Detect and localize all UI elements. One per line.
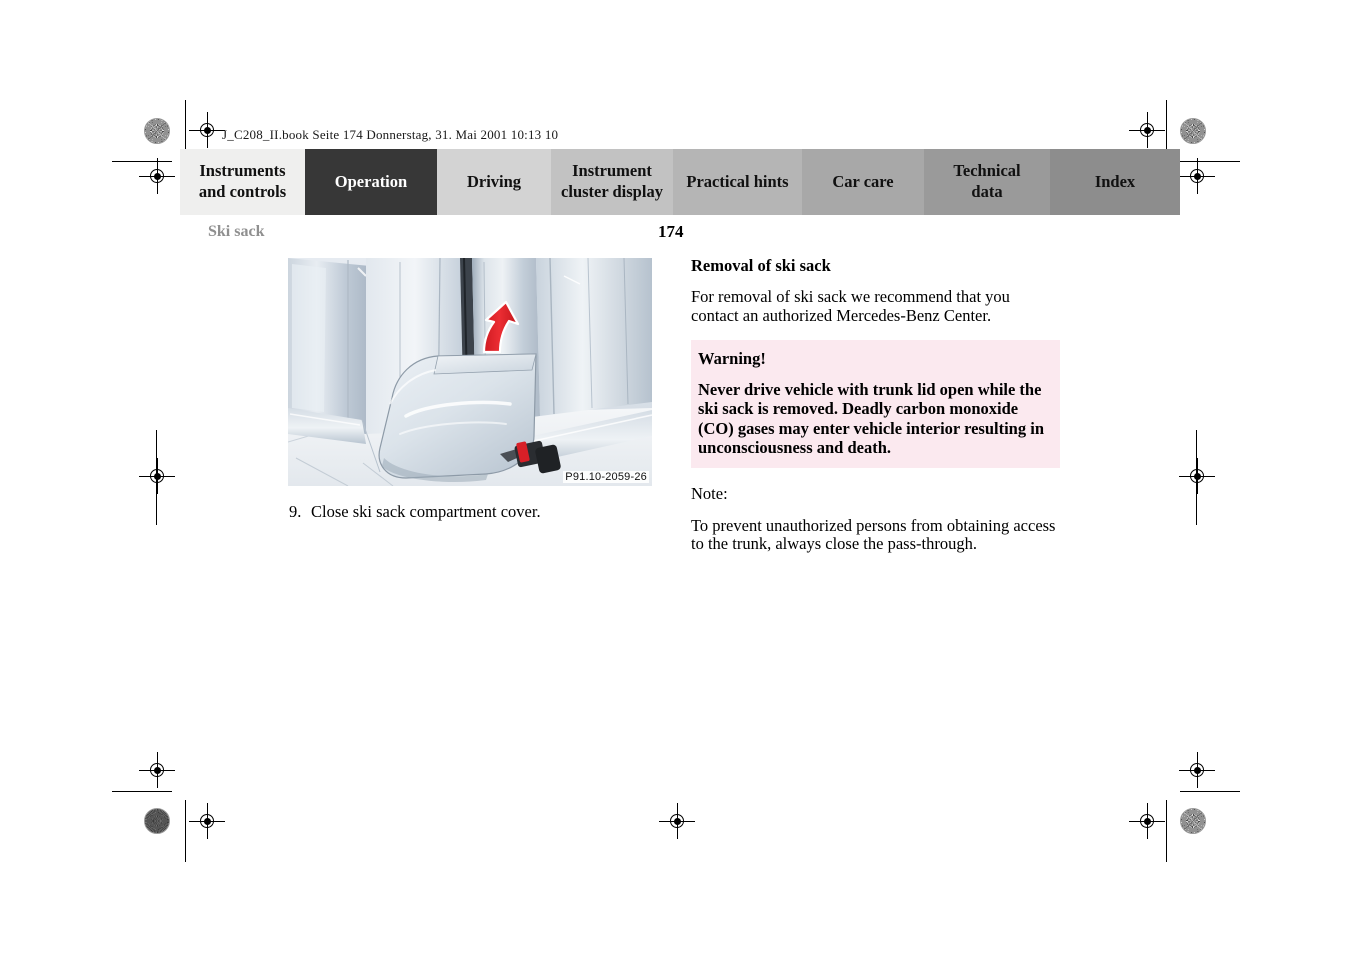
tab-label: Technical data — [953, 161, 1021, 201]
registration-mark-mid-right — [1179, 458, 1215, 494]
registration-mark-bottom-center — [659, 803, 695, 839]
note-label: Note: — [691, 483, 728, 503]
tab-label: Practical hints — [686, 171, 789, 191]
tab-label: Instrument cluster display — [561, 161, 663, 201]
content-intro-paragraph: For removal of ski sack we recommend tha… — [691, 287, 1010, 325]
registration-mark-bottom-left-outer — [189, 803, 225, 839]
figure-caption: 9. Close ski sack compartment cover. — [289, 502, 541, 522]
tab-operation[interactable]: Operation — [305, 149, 437, 215]
warning-box: Warning! Never drive vehicle with trunk … — [691, 340, 1060, 468]
tab-instrument-cluster-display[interactable]: Instrument cluster display — [551, 149, 673, 215]
figure-caption-number: 9. — [289, 502, 302, 521]
ski-sack-illustration: P91.10-2059-26 — [288, 258, 652, 486]
tab-technical-data[interactable]: Technical data — [924, 149, 1050, 215]
tab-label: Index — [1094, 171, 1136, 191]
trim-line-top-right-horizontal — [1180, 161, 1240, 162]
density-patch-bottom-right — [1180, 808, 1206, 834]
figure-code-label: P91.10-2059-26 — [563, 471, 649, 483]
tab-driving[interactable]: Driving — [437, 149, 551, 215]
tab-instruments-and-controls[interactable]: Instruments and controls — [180, 149, 305, 215]
registration-mark-mid-left — [139, 458, 175, 494]
trim-line-top-left-horizontal — [112, 161, 172, 162]
tab-label: Car care — [832, 171, 894, 191]
warning-body: Never drive vehicle with trunk lid open … — [698, 380, 1044, 457]
registration-mark-top-right-inner — [1129, 112, 1165, 148]
density-patch-top-right — [1180, 118, 1206, 144]
note-body: To prevent unauthorized persons from obt… — [691, 515, 1056, 554]
warning-title: Warning! — [698, 349, 766, 369]
trim-line-bottom-left-vertical — [185, 800, 186, 862]
book-file-info: J_C208_II.book Seite 174 Donnerstag, 31.… — [222, 127, 559, 142]
registration-mark-top-right-outer — [1179, 158, 1215, 194]
tab-label: Instruments and controls — [198, 161, 287, 201]
registration-mark-bottom-left-inner — [139, 752, 175, 788]
trim-line-bottom-left-horizontal — [112, 791, 172, 792]
tab-label: Driving — [466, 171, 522, 191]
registration-mark-top-left-outer — [139, 158, 175, 194]
density-patch-bottom-left — [144, 808, 170, 834]
tab-label: Operation — [334, 171, 408, 191]
trim-line-bottom-right-vertical — [1166, 800, 1167, 862]
page-section-title: Ski sack — [208, 223, 265, 240]
tab-car-care[interactable]: Car care — [802, 149, 924, 215]
content-heading: Removal of ski sack — [691, 256, 831, 275]
trim-line-bottom-right-horizontal — [1180, 791, 1240, 792]
tab-practical-hints[interactable]: Practical hints — [673, 149, 802, 215]
registration-mark-top-left-inner — [189, 112, 225, 148]
content-column: Removal of ski sack For removal of ski s… — [691, 256, 1061, 554]
page-number: 174 — [658, 222, 684, 241]
density-patch-top-left — [144, 118, 170, 144]
registration-mark-bottom-right-outer — [1129, 803, 1165, 839]
registration-mark-bottom-right-inner — [1179, 752, 1215, 788]
ski-sack-illustration-svg — [288, 258, 652, 486]
figure-caption-text: Close ski sack compartment cover. — [311, 502, 541, 521]
tab-index[interactable]: Index — [1050, 149, 1180, 215]
chapter-tab-bar: Instruments and controls Operation Drivi… — [180, 149, 1180, 215]
